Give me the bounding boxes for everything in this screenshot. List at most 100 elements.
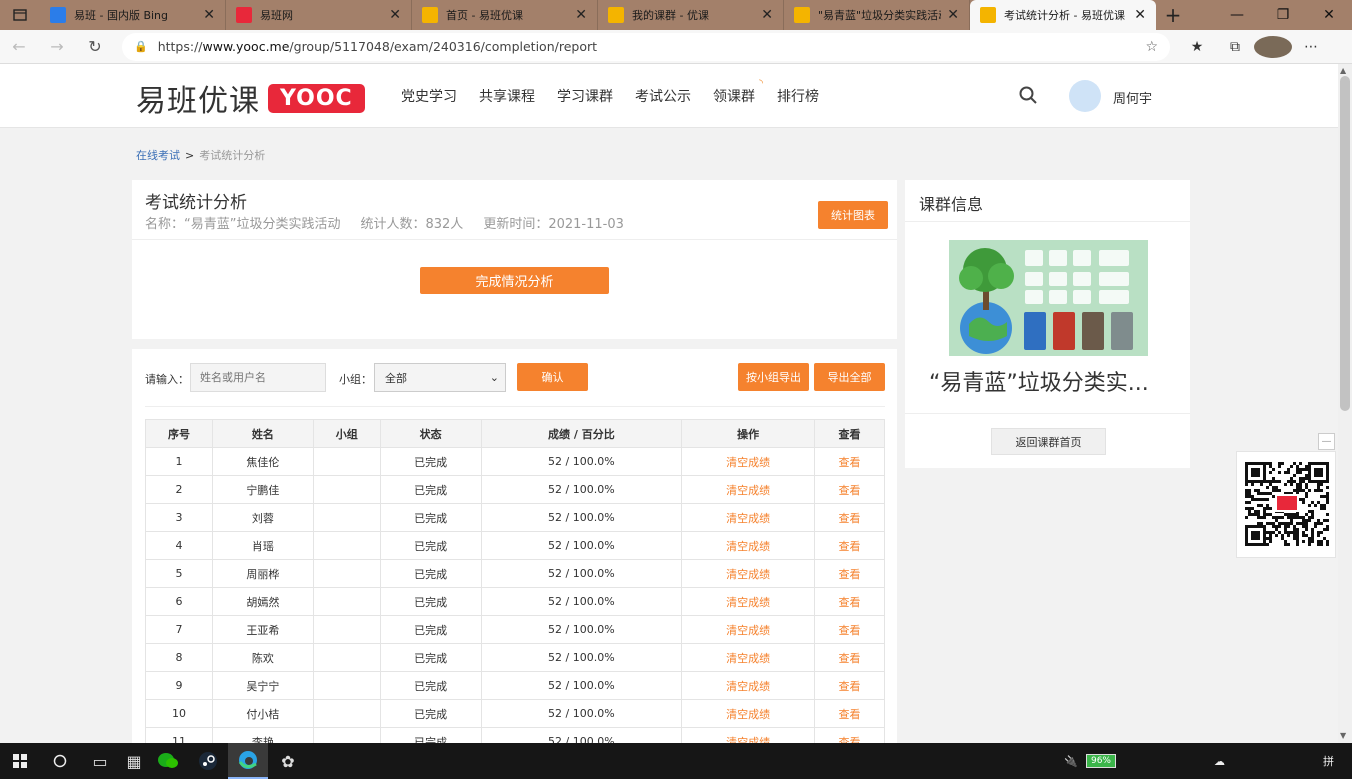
task-view-icon[interactable]: ▭ (80, 743, 120, 779)
search-icon[interactable] (40, 743, 80, 779)
windows-start-icon[interactable] (0, 743, 40, 779)
table-row: 7 王亚希 已完成 52 / 100.0% 清空成绩 查看 (145, 615, 885, 644)
lock-icon[interactable]: 🔒 (134, 40, 148, 53)
close-tab-icon[interactable]: ✕ (575, 7, 587, 23)
edge-icon[interactable] (228, 743, 268, 779)
more-icon[interactable]: ⋯ (1292, 36, 1330, 58)
scroll-down-icon[interactable]: ▼ (1340, 731, 1346, 740)
nav-item-exam-notice[interactable]: 考试公示 (635, 86, 691, 106)
export-by-group-button[interactable]: 按小组导出 (738, 363, 809, 391)
browser-tab[interactable]: 我的课群 - 优课 ✕ (598, 0, 784, 30)
breadcrumb-separator: > (185, 149, 195, 162)
browser-tab-bar: 易班 - 国内版 Bing ✕ 易班网 ✕ 首页 - 易班优课 ✕ 我的课群 - 优课 ✕ "易… (0, 0, 1352, 30)
view-link[interactable]: 查看 (814, 559, 885, 588)
close-tab-icon[interactable]: ✕ (389, 7, 401, 23)
scrollbar-thumb[interactable] (1340, 76, 1350, 411)
profile-icon[interactable] (1254, 35, 1292, 58)
clear-score-link[interactable]: 清空成绩 (681, 727, 816, 743)
clear-score-link[interactable]: 清空成绩 (681, 587, 816, 616)
ime-icon[interactable]: 拼 (1323, 753, 1334, 769)
clear-score-link[interactable]: 清空成绩 (681, 671, 816, 700)
close-tab-icon[interactable]: ✕ (947, 7, 959, 23)
completion-analysis-button[interactable]: 完成情况分析 (420, 267, 609, 294)
back-icon[interactable]: ← (0, 30, 38, 64)
clear-score-link[interactable]: 清空成绩 (681, 559, 816, 588)
cloud-icon[interactable]: ☁ (1214, 755, 1225, 768)
plug-icon[interactable]: 🔌 (1064, 755, 1078, 768)
user-name[interactable]: 周何宇 (1113, 88, 1152, 107)
nav-item-shared-courses[interactable]: 共享课程 (479, 86, 535, 106)
favicon-icon (50, 7, 66, 23)
scroll-up-icon[interactable]: ▲ (1340, 66, 1346, 75)
breadcrumb-online-exam[interactable]: 在线考试 (136, 149, 180, 162)
group-cover-image[interactable] (949, 240, 1148, 356)
name-search-input[interactable] (190, 363, 326, 392)
add-favorite-icon[interactable]: ☆ (1145, 39, 1158, 55)
table-row: 2 宁鹏佳 已完成 52 / 100.0% 清空成绩 查看 (145, 475, 885, 504)
student-name: 胡嫣然 (211, 587, 314, 616)
close-tab-icon[interactable]: ✕ (761, 7, 773, 23)
nav-item-claim-group-label: 领课群 (713, 89, 755, 105)
steam-icon[interactable] (188, 743, 228, 779)
student-group (312, 559, 381, 588)
browser-tab[interactable]: 考试统计分析 - 易班优课 ✕ (970, 0, 1156, 30)
group-select[interactable]: 全部 ⌄ (374, 363, 506, 392)
close-tab-icon[interactable]: ✕ (203, 7, 215, 23)
clear-score-link[interactable]: 清空成绩 (681, 447, 816, 476)
view-link[interactable]: 查看 (814, 671, 885, 700)
exam-summary-panel: 考试统计分析 名称：“易青蓝”垃圾分类实践活动 统计人数：832人 更新时间：2… (132, 180, 897, 339)
clear-score-link[interactable]: 清空成绩 (681, 475, 816, 504)
favorites-icon[interactable]: ★ (1178, 36, 1216, 58)
view-link[interactable]: 查看 (814, 727, 885, 743)
app-icon[interactable]: ✿ (268, 743, 308, 779)
nav-item-claim-group[interactable]: 领课群 ◝ (713, 78, 763, 106)
browser-tab[interactable]: 首页 - 易班优课 ✕ (412, 0, 598, 30)
refresh-icon[interactable]: ↻ (76, 30, 114, 64)
clear-score-link[interactable]: 清空成绩 (681, 531, 816, 560)
widgets-icon[interactable]: ▦ (120, 743, 148, 779)
tab-actions-icon[interactable] (0, 0, 40, 30)
collections-icon[interactable]: ⧉ (1216, 36, 1254, 58)
new-tab-button[interactable]: + (1156, 0, 1190, 30)
clear-score-link[interactable]: 清空成绩 (681, 699, 816, 728)
tab-title: 考试统计分析 - 易班优课 (1004, 9, 1125, 22)
group-name[interactable]: “易青蓝”垃圾分类实... (929, 365, 1149, 397)
export-all-button[interactable]: 导出全部 (814, 363, 885, 391)
view-link[interactable]: 查看 (814, 503, 885, 532)
close-tab-icon[interactable]: ✕ (1134, 7, 1146, 23)
view-link[interactable]: 查看 (814, 475, 885, 504)
browser-tab[interactable]: 易班 - 国内版 Bing ✕ (40, 0, 226, 30)
restore-icon[interactable]: ❐ (1260, 0, 1306, 30)
row-number: 1 (145, 447, 213, 476)
minimize-icon[interactable]: — (1214, 0, 1260, 30)
view-link[interactable]: 查看 (814, 447, 885, 476)
url-prefix: https:// (157, 39, 203, 54)
view-link[interactable]: 查看 (814, 615, 885, 644)
avatar[interactable] (1069, 80, 1101, 112)
url-field[interactable]: 🔒 https://www.yooc.me/group/5117048/exam… (122, 32, 1170, 61)
view-link[interactable]: 查看 (814, 587, 885, 616)
view-link[interactable]: 查看 (814, 699, 885, 728)
site-logo[interactable]: 易班优课 YOOC (136, 76, 365, 120)
battery-indicator[interactable]: 96% (1085, 754, 1116, 768)
minimize-qr-icon[interactable]: — (1318, 433, 1335, 450)
clear-score-link[interactable]: 清空成绩 (681, 615, 816, 644)
student-group (312, 699, 381, 728)
nav-item-party-history[interactable]: 党史学习 (401, 86, 457, 106)
confirm-button[interactable]: 确认 (517, 363, 588, 391)
browser-tab[interactable]: 易班网 ✕ (226, 0, 412, 30)
search-icon[interactable] (1019, 86, 1037, 109)
forward-icon[interactable]: → (38, 30, 76, 64)
close-window-icon[interactable]: ✕ (1306, 0, 1352, 30)
clear-score-link[interactable]: 清空成绩 (681, 503, 816, 532)
wechat-icon[interactable] (148, 743, 188, 779)
browser-tab[interactable]: "易青蓝"垃圾分类实践活动 ✕ (784, 0, 970, 30)
exam-name: 名称：“易青蓝”垃圾分类实践活动 (145, 217, 341, 232)
statistics-chart-button[interactable]: 统计图表 (818, 201, 888, 229)
nav-item-ranking[interactable]: 排行榜 (777, 86, 819, 106)
view-link[interactable]: 查看 (814, 531, 885, 560)
nav-item-study-groups[interactable]: 学习课群 (557, 86, 613, 106)
back-to-group-button[interactable]: 返回课群首页 (991, 428, 1106, 455)
clear-score-link[interactable]: 清空成绩 (681, 643, 816, 672)
view-link[interactable]: 查看 (814, 643, 885, 672)
